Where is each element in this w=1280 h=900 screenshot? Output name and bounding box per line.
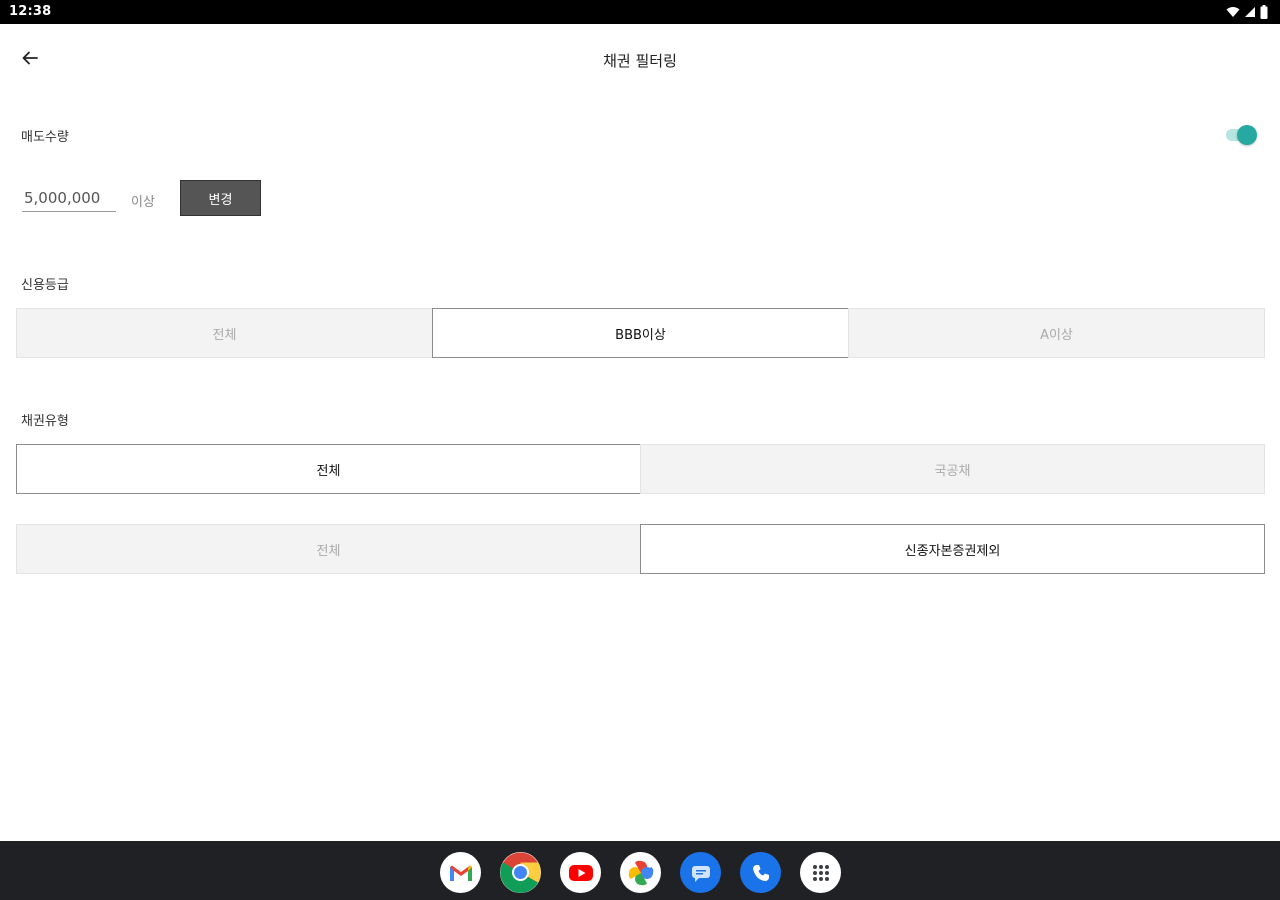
sell-quantity-suffix: 이상 xyxy=(131,195,155,210)
bond-type-option-all[interactable]: 전체 xyxy=(16,444,641,494)
chrome-icon[interactable] xyxy=(500,852,541,893)
signal-icon xyxy=(1244,6,1256,18)
status-time: 12:38 xyxy=(9,4,52,19)
change-button[interactable]: 변경 xyxy=(180,180,261,216)
wifi-icon xyxy=(1226,6,1240,18)
youtube-icon[interactable] xyxy=(560,852,601,893)
app-dock xyxy=(440,852,841,893)
sell-quantity-input[interactable] xyxy=(22,184,116,212)
nav-bar xyxy=(0,841,1280,900)
bond-exclusion-segments: 전체 신종자본증권제외 xyxy=(16,524,1265,574)
bond-type-option-government[interactable]: 국공채 xyxy=(640,444,1265,494)
phone-icon[interactable] xyxy=(740,852,781,893)
app-drawer-icon[interactable] xyxy=(800,852,841,893)
credit-rating-option-bbb[interactable]: BBB이상 xyxy=(432,308,849,358)
photos-icon[interactable] xyxy=(620,852,661,893)
status-icons xyxy=(1226,5,1268,19)
bond-type-segments: 전체 국공채 xyxy=(16,444,1265,494)
messages-icon[interactable] xyxy=(680,852,721,893)
sell-quantity-label: 매도수량 xyxy=(21,130,69,145)
bond-exclusion-option-hybrid[interactable]: 신종자본증권제외 xyxy=(640,524,1265,574)
page-title: 채권 필터링 xyxy=(603,52,677,70)
toggle-thumb xyxy=(1237,125,1257,145)
credit-rating-label: 신용등급 xyxy=(21,278,69,293)
status-bar: 12:38 xyxy=(0,0,1280,24)
credit-rating-option-all[interactable]: 전체 xyxy=(16,308,433,358)
credit-rating-option-a[interactable]: A이상 xyxy=(848,308,1265,358)
bond-exclusion-option-all[interactable]: 전체 xyxy=(16,524,641,574)
sell-quantity-toggle[interactable] xyxy=(1224,124,1258,146)
gmail-icon[interactable] xyxy=(440,852,481,893)
bond-type-label: 채권유형 xyxy=(21,414,69,429)
battery-icon xyxy=(1260,5,1268,19)
credit-rating-segments: 전체 BBB이상 A이상 xyxy=(16,308,1265,358)
